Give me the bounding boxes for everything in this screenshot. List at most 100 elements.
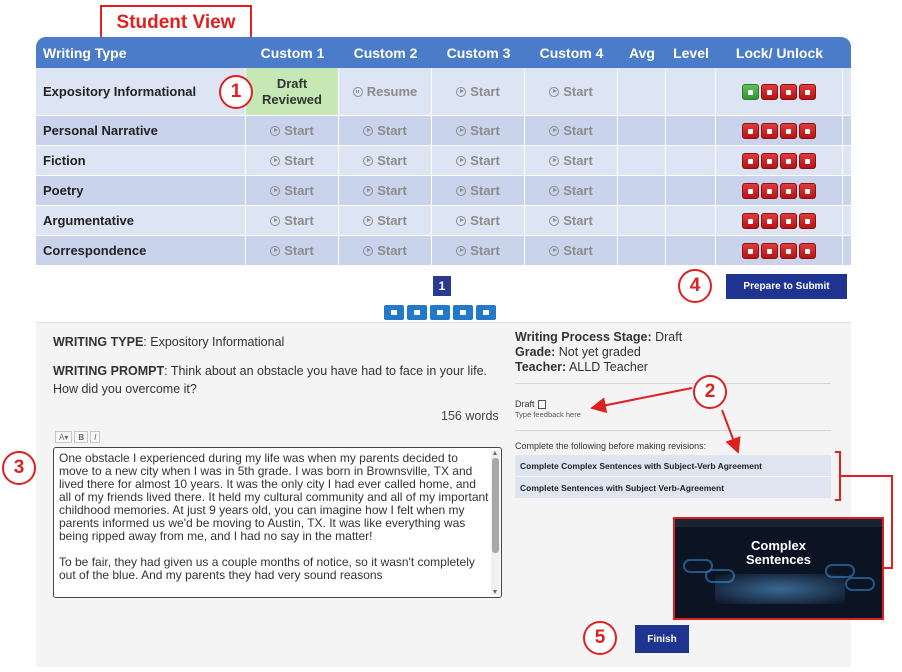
page-number-button[interactable]: 1 bbox=[433, 276, 451, 296]
lock-icon[interactable] bbox=[742, 182, 759, 199]
writing-type-label: Expository Informational bbox=[36, 68, 246, 115]
start-button[interactable]: Start bbox=[525, 68, 618, 115]
lock-icon[interactable] bbox=[780, 242, 797, 259]
start-button[interactable]: Start bbox=[525, 206, 618, 235]
start-button[interactable]: Start bbox=[525, 146, 618, 175]
lock-icon[interactable] bbox=[799, 152, 816, 169]
start-label: Start bbox=[470, 123, 500, 138]
lock-icon[interactable] bbox=[742, 212, 759, 229]
play-circle-icon bbox=[456, 125, 467, 136]
play-circle-icon bbox=[270, 125, 281, 136]
lock-icon[interactable] bbox=[780, 122, 797, 139]
lock-icon[interactable] bbox=[799, 182, 816, 199]
start-button[interactable]: Start bbox=[525, 116, 618, 145]
play-circle-icon bbox=[270, 245, 281, 256]
lock-icon[interactable] bbox=[761, 122, 778, 139]
lock-icon[interactable] bbox=[799, 122, 816, 139]
lock-unlock-group bbox=[716, 236, 843, 265]
start-button[interactable]: Start bbox=[339, 206, 432, 235]
bold-button[interactable]: B bbox=[74, 431, 89, 443]
lock-icon[interactable] bbox=[742, 152, 759, 169]
lock-icon[interactable] bbox=[761, 212, 778, 229]
scroll-down-icon[interactable] bbox=[493, 590, 497, 594]
task-link[interactable]: Complete Sentences with Subject Verb-Agr… bbox=[515, 477, 831, 499]
search-icon[interactable] bbox=[453, 305, 473, 320]
start-button[interactable]: Start bbox=[339, 176, 432, 205]
lock-icon[interactable] bbox=[761, 152, 778, 169]
draft-text: Draft bbox=[515, 399, 535, 409]
lock-icon[interactable] bbox=[780, 212, 797, 229]
italic-button[interactable]: I bbox=[90, 431, 101, 443]
lock-icon[interactable] bbox=[799, 83, 816, 100]
start-button[interactable]: Start bbox=[432, 236, 525, 265]
level-cell bbox=[666, 68, 716, 115]
lock-icon[interactable] bbox=[761, 83, 778, 100]
start-label: Start bbox=[470, 84, 500, 99]
start-button[interactable]: Start bbox=[339, 146, 432, 175]
teacher-heading: Teacher: bbox=[515, 360, 567, 374]
start-button[interactable]: Start bbox=[246, 206, 339, 235]
essay-textarea[interactable]: One obstacle I experienced during my lif… bbox=[53, 447, 502, 598]
finish-button[interactable]: Finish bbox=[635, 625, 689, 653]
start-button[interactable]: Start bbox=[432, 146, 525, 175]
teacher-line: Teacher: ALLD Teacher bbox=[515, 360, 831, 375]
level-cell bbox=[666, 236, 716, 265]
font-size-dropdown[interactable]: A▾ bbox=[55, 431, 73, 443]
start-button[interactable]: Start bbox=[339, 116, 432, 145]
header-custom-1: Custom 1 bbox=[260, 44, 325, 61]
draft-reviewed-cell[interactable]: Draft Reviewed bbox=[246, 68, 339, 115]
start-button[interactable]: Start bbox=[432, 176, 525, 205]
start-label: Start bbox=[377, 153, 407, 168]
lock-icon[interactable] bbox=[761, 242, 778, 259]
lock-icon[interactable] bbox=[742, 122, 759, 139]
lock-icon[interactable] bbox=[799, 212, 816, 229]
feedback-input[interactable]: Type feedback here bbox=[515, 410, 581, 419]
callout-badge-5: 5 bbox=[583, 621, 617, 655]
start-button[interactable]: Start bbox=[246, 116, 339, 145]
resume-button[interactable]: Resume bbox=[339, 68, 432, 115]
writing-type-label: Correspondence bbox=[36, 236, 246, 265]
unlock-icon[interactable] bbox=[742, 83, 759, 100]
lock-icon[interactable] bbox=[761, 182, 778, 199]
start-button[interactable]: Start bbox=[246, 176, 339, 205]
lock-icon[interactable] bbox=[780, 152, 797, 169]
video-thumbnail[interactable]: Complex Sentences bbox=[673, 517, 884, 620]
lock-icon[interactable] bbox=[742, 242, 759, 259]
start-button[interactable]: Start bbox=[246, 146, 339, 175]
start-button[interactable]: Start bbox=[432, 206, 525, 235]
start-button[interactable]: Start bbox=[339, 236, 432, 265]
play-circle-icon bbox=[270, 155, 281, 166]
lock-icon[interactable] bbox=[780, 83, 797, 100]
notes-icon[interactable] bbox=[476, 305, 496, 320]
start-label: Start bbox=[563, 183, 593, 198]
bookmark-icon[interactable] bbox=[407, 305, 427, 320]
task-link[interactable]: Complete Complex Sentences with Subject-… bbox=[515, 455, 831, 477]
header-avg: Avg bbox=[629, 44, 655, 61]
start-button[interactable]: Start bbox=[432, 68, 525, 115]
start-label: Start bbox=[284, 243, 314, 258]
start-button[interactable]: Start bbox=[525, 236, 618, 265]
level-cell bbox=[666, 176, 716, 205]
start-button[interactable]: Start bbox=[432, 116, 525, 145]
start-label: Start bbox=[470, 243, 500, 258]
start-button[interactable]: Start bbox=[246, 236, 339, 265]
revision-instructions: Complete the following before making rev… bbox=[515, 441, 707, 451]
start-label: Start bbox=[563, 243, 593, 258]
stage-value: Draft bbox=[651, 330, 683, 344]
start-label: Start bbox=[563, 153, 593, 168]
prepare-to-submit-button[interactable]: Prepare to Submit bbox=[726, 274, 847, 299]
play-circle-icon bbox=[549, 185, 560, 196]
scroll-up-icon[interactable] bbox=[493, 451, 497, 455]
scrollbar-thumb[interactable] bbox=[492, 458, 499, 553]
lock-icon[interactable] bbox=[780, 182, 797, 199]
avg-cell bbox=[618, 116, 666, 145]
start-button[interactable]: Start bbox=[525, 176, 618, 205]
play-circle-icon bbox=[456, 185, 467, 196]
lock-icon[interactable] bbox=[799, 242, 816, 259]
video-title: Complex Sentences bbox=[675, 539, 882, 567]
comment-icon[interactable] bbox=[430, 305, 450, 320]
writing-type-label: Fiction bbox=[36, 146, 246, 175]
editor-scrollbar[interactable] bbox=[491, 450, 500, 595]
header-custom-3: Custom 3 bbox=[446, 44, 511, 61]
edit-icon[interactable] bbox=[384, 305, 404, 320]
